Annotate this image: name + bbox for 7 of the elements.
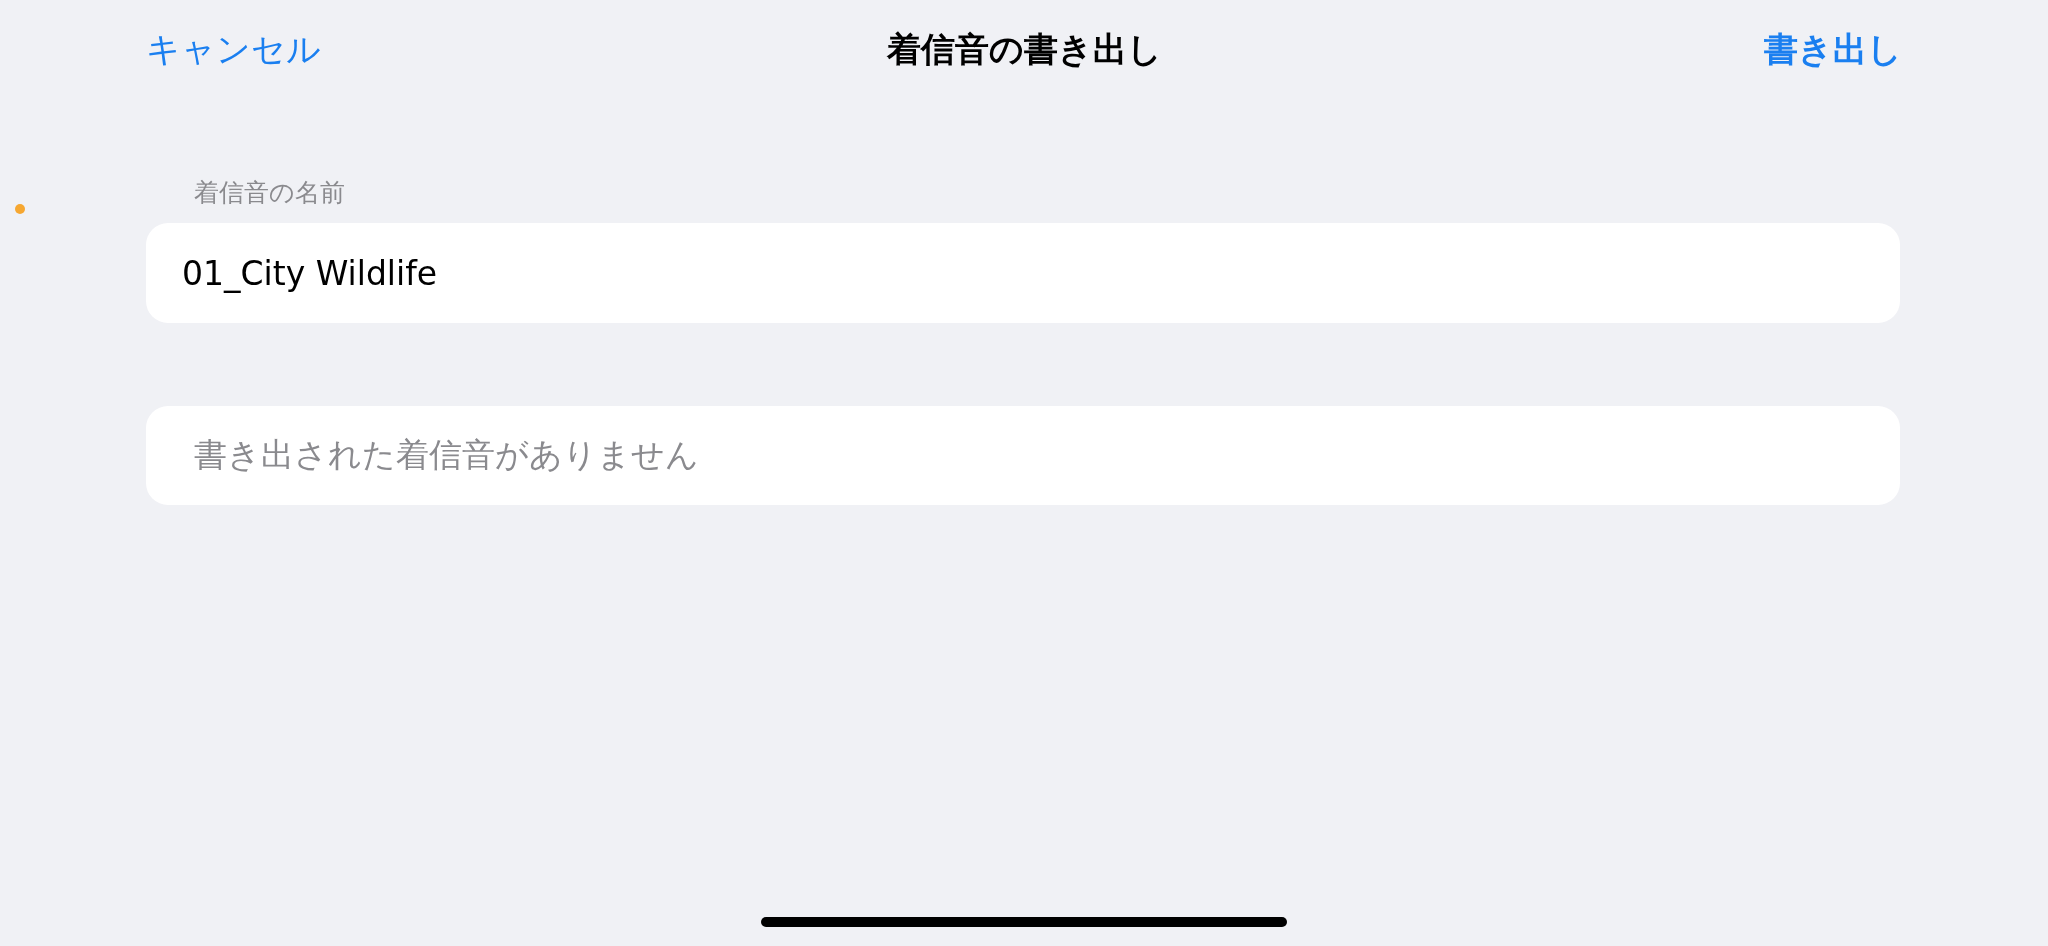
recording-indicator-dot [15, 204, 25, 214]
ringtone-name-field[interactable]: 01_City Wildlife [146, 223, 1900, 323]
screen-title: 着信音の書き出し [886, 28, 1162, 71]
empty-message: 書き出された着信音がありません [194, 434, 699, 476]
field-label: 着信音の名前 [194, 177, 346, 209]
export-button[interactable]: 書き出し [1764, 27, 1902, 73]
cancel-button[interactable]: キャンセル [146, 27, 321, 73]
